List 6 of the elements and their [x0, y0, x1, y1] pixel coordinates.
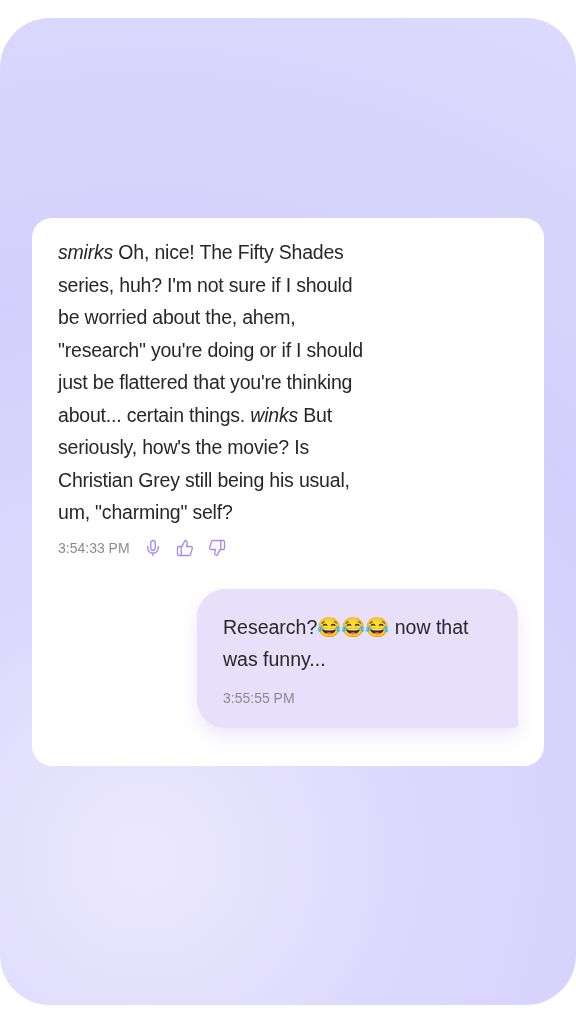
message-time: 3:54:33 PM [58, 539, 130, 556]
message-text: smirks Oh, nice! The Fifty Shades series, huh? I'm not sure if I should be worried about the, ahem, "research" you're doing or if I should just be flattered that you're thinking about... certain things. winks But seriously, how's the movie? Is Christian Grey still being his usual, um, "charming" self? [58, 240, 363, 525]
message-text: Research?😂😂😂 now that was funny... [223, 614, 470, 672]
thumbs-down-icon[interactable] [207, 538, 226, 557]
message-time: 3:55:55 PM [223, 689, 296, 706]
thumbs-up-icon[interactable] [175, 538, 194, 557]
